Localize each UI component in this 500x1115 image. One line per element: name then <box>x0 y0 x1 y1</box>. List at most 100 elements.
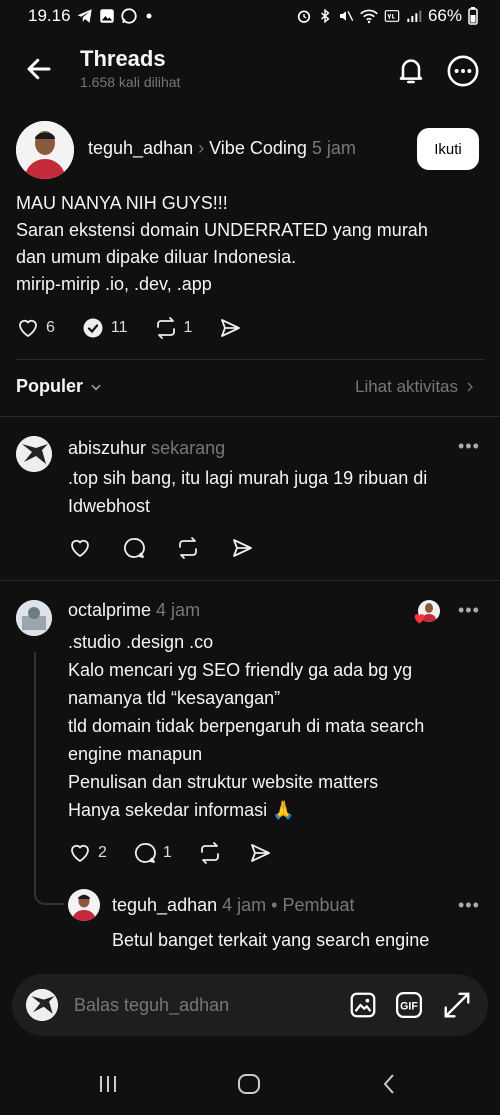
comment-actions <box>68 536 280 560</box>
repost-count: 1 <box>183 319 193 336</box>
comment-line: .studio .design .co <box>68 632 214 652</box>
repost-button[interactable] <box>198 841 222 865</box>
notifications-button[interactable] <box>395 54 427 86</box>
comment-line: .top sih bang, itu lagi murah juga 19 ri… <box>68 468 428 488</box>
send-icon <box>233 539 252 557</box>
author-name[interactable]: teguh_adhan <box>88 138 193 158</box>
reply-count: 1 <box>162 844 172 861</box>
comment-actions: 2 1 <box>68 841 298 865</box>
post-text: MAU NANYA NIH GUYS!!! Saran ekstensi dom… <box>16 190 486 298</box>
post-line: MAU NANYA NIH GUYS!!! <box>16 193 228 213</box>
comment-line: Kalo mencari yg SEO friendly ga ada bg y… <box>68 660 413 680</box>
more-options-button[interactable] <box>446 54 480 88</box>
my-avatar <box>26 989 58 1021</box>
share-button[interactable] <box>230 536 254 560</box>
system-icons: 66% <box>296 6 478 26</box>
bell-icon <box>399 59 423 84</box>
avatar-photo <box>16 121 74 179</box>
reply-more-button[interactable]: ••• <box>458 895 480 916</box>
comment-line: namanya tld “kesayangan” <box>68 688 281 708</box>
comment-more-button[interactable]: ••• <box>458 600 480 621</box>
reply-time: 4 jam <box>222 895 267 915</box>
like-button[interactable] <box>68 536 92 560</box>
reply-text: Betul banget terkait yang search engine <box>112 926 482 954</box>
avatar-image <box>26 989 58 1021</box>
divider <box>16 359 484 360</box>
mute-icon <box>339 11 354 21</box>
comment-author[interactable]: octalprime <box>68 600 151 620</box>
whatsapp-icon <box>121 8 137 24</box>
post-time: 5 jam <box>311 138 356 158</box>
back-button[interactable] <box>24 54 54 84</box>
comment-line: tld domain tidak berpengaruh di mata sea… <box>68 716 425 736</box>
chevron-right-icon: › <box>198 138 210 158</box>
share-button[interactable] <box>218 316 242 340</box>
chevron-right-icon <box>467 382 473 392</box>
status-bar: 19.16 66% <box>0 0 500 34</box>
reply-bar[interactable]: Balas teguh_adhan GIF <box>12 974 488 1036</box>
repost-button[interactable]: 1 <box>154 316 193 340</box>
avatar-image <box>16 436 52 472</box>
battery-icon <box>468 7 478 25</box>
signal-icon <box>407 10 422 22</box>
post-line: mirip-mirip .io, .dev, .app <box>16 274 212 294</box>
comment-author[interactable]: abiszuhur <box>68 438 146 458</box>
recents-icon[interactable] <box>96 1072 120 1096</box>
reply-header: teguh_adhan 4 jam • Pembuat <box>112 895 355 916</box>
wifi-icon <box>360 9 378 24</box>
reply-input[interactable]: Balas teguh_adhan <box>74 995 229 1016</box>
heart-icon <box>71 539 89 557</box>
repost-icon <box>156 317 175 339</box>
app-header: Threads 1.658 kali dilihat <box>0 36 500 104</box>
gallery-icon <box>100 9 114 23</box>
comment-icon <box>134 843 156 863</box>
divider <box>0 580 500 581</box>
reply-avatar[interactable] <box>68 889 100 921</box>
topic-tag[interactable]: Vibe Coding <box>209 138 307 158</box>
repost-icon <box>200 842 219 864</box>
image-icon[interactable] <box>348 990 378 1020</box>
divider <box>0 416 500 417</box>
expand-icon[interactable] <box>442 990 472 1020</box>
comment-avatar[interactable] <box>16 600 52 636</box>
battery-percent: 66% <box>427 6 462 25</box>
author-avatar[interactable] <box>16 121 74 179</box>
heart-icon <box>71 844 89 862</box>
reply-button[interactable]: 1 <box>133 841 172 865</box>
comment-avatar[interactable] <box>16 436 52 472</box>
comment-text: .top sih bang, itu lagi murah juga 19 ri… <box>68 464 488 520</box>
notification-icons <box>76 7 156 25</box>
thread-elbow <box>34 880 64 905</box>
comment-text: .studio .design .co Kalo mencari yg SEO … <box>68 628 488 824</box>
avatar-image <box>16 600 52 636</box>
bluetooth-icon <box>321 8 330 24</box>
follow-button[interactable]: Ikuti <box>417 128 479 170</box>
volte-icon <box>384 10 400 22</box>
share-button[interactable] <box>248 841 272 865</box>
repost-button[interactable] <box>176 536 200 560</box>
back-nav-icon[interactable] <box>378 1072 402 1096</box>
heart-icon <box>19 319 37 337</box>
reply-button[interactable] <box>122 536 146 560</box>
like-count: 2 <box>98 844 107 861</box>
gif-icon[interactable]: GIF <box>394 990 424 1020</box>
sort-dropdown[interactable]: Populer <box>16 376 103 397</box>
view-count: 1.658 kali dilihat <box>80 74 181 90</box>
comment-line: Penulisan dan struktur website matters <box>68 772 379 792</box>
dot-icon <box>146 13 152 19</box>
alarm-icon <box>297 10 311 23</box>
home-icon[interactable] <box>236 1072 262 1096</box>
send-icon <box>250 844 270 862</box>
comment-more-button[interactable]: ••• <box>458 436 480 457</box>
like-button[interactable]: 2 <box>68 841 107 865</box>
reply-author[interactable]: teguh_adhan <box>112 895 217 915</box>
reply-button[interactable]: 11 <box>81 316 128 340</box>
chevron-down-icon <box>91 384 101 390</box>
like-button[interactable]: 6 <box>16 316 55 340</box>
like-count: 6 <box>46 319 55 336</box>
comment-time: 4 jam <box>156 600 201 620</box>
avatar-photo <box>72 894 96 921</box>
reply-line: Betul banget terkait yang search engine <box>112 930 430 950</box>
view-activity-link[interactable]: Lihat aktivitas <box>355 377 476 397</box>
post-line: dan umum dipake diluar Indonesia. <box>16 247 297 267</box>
